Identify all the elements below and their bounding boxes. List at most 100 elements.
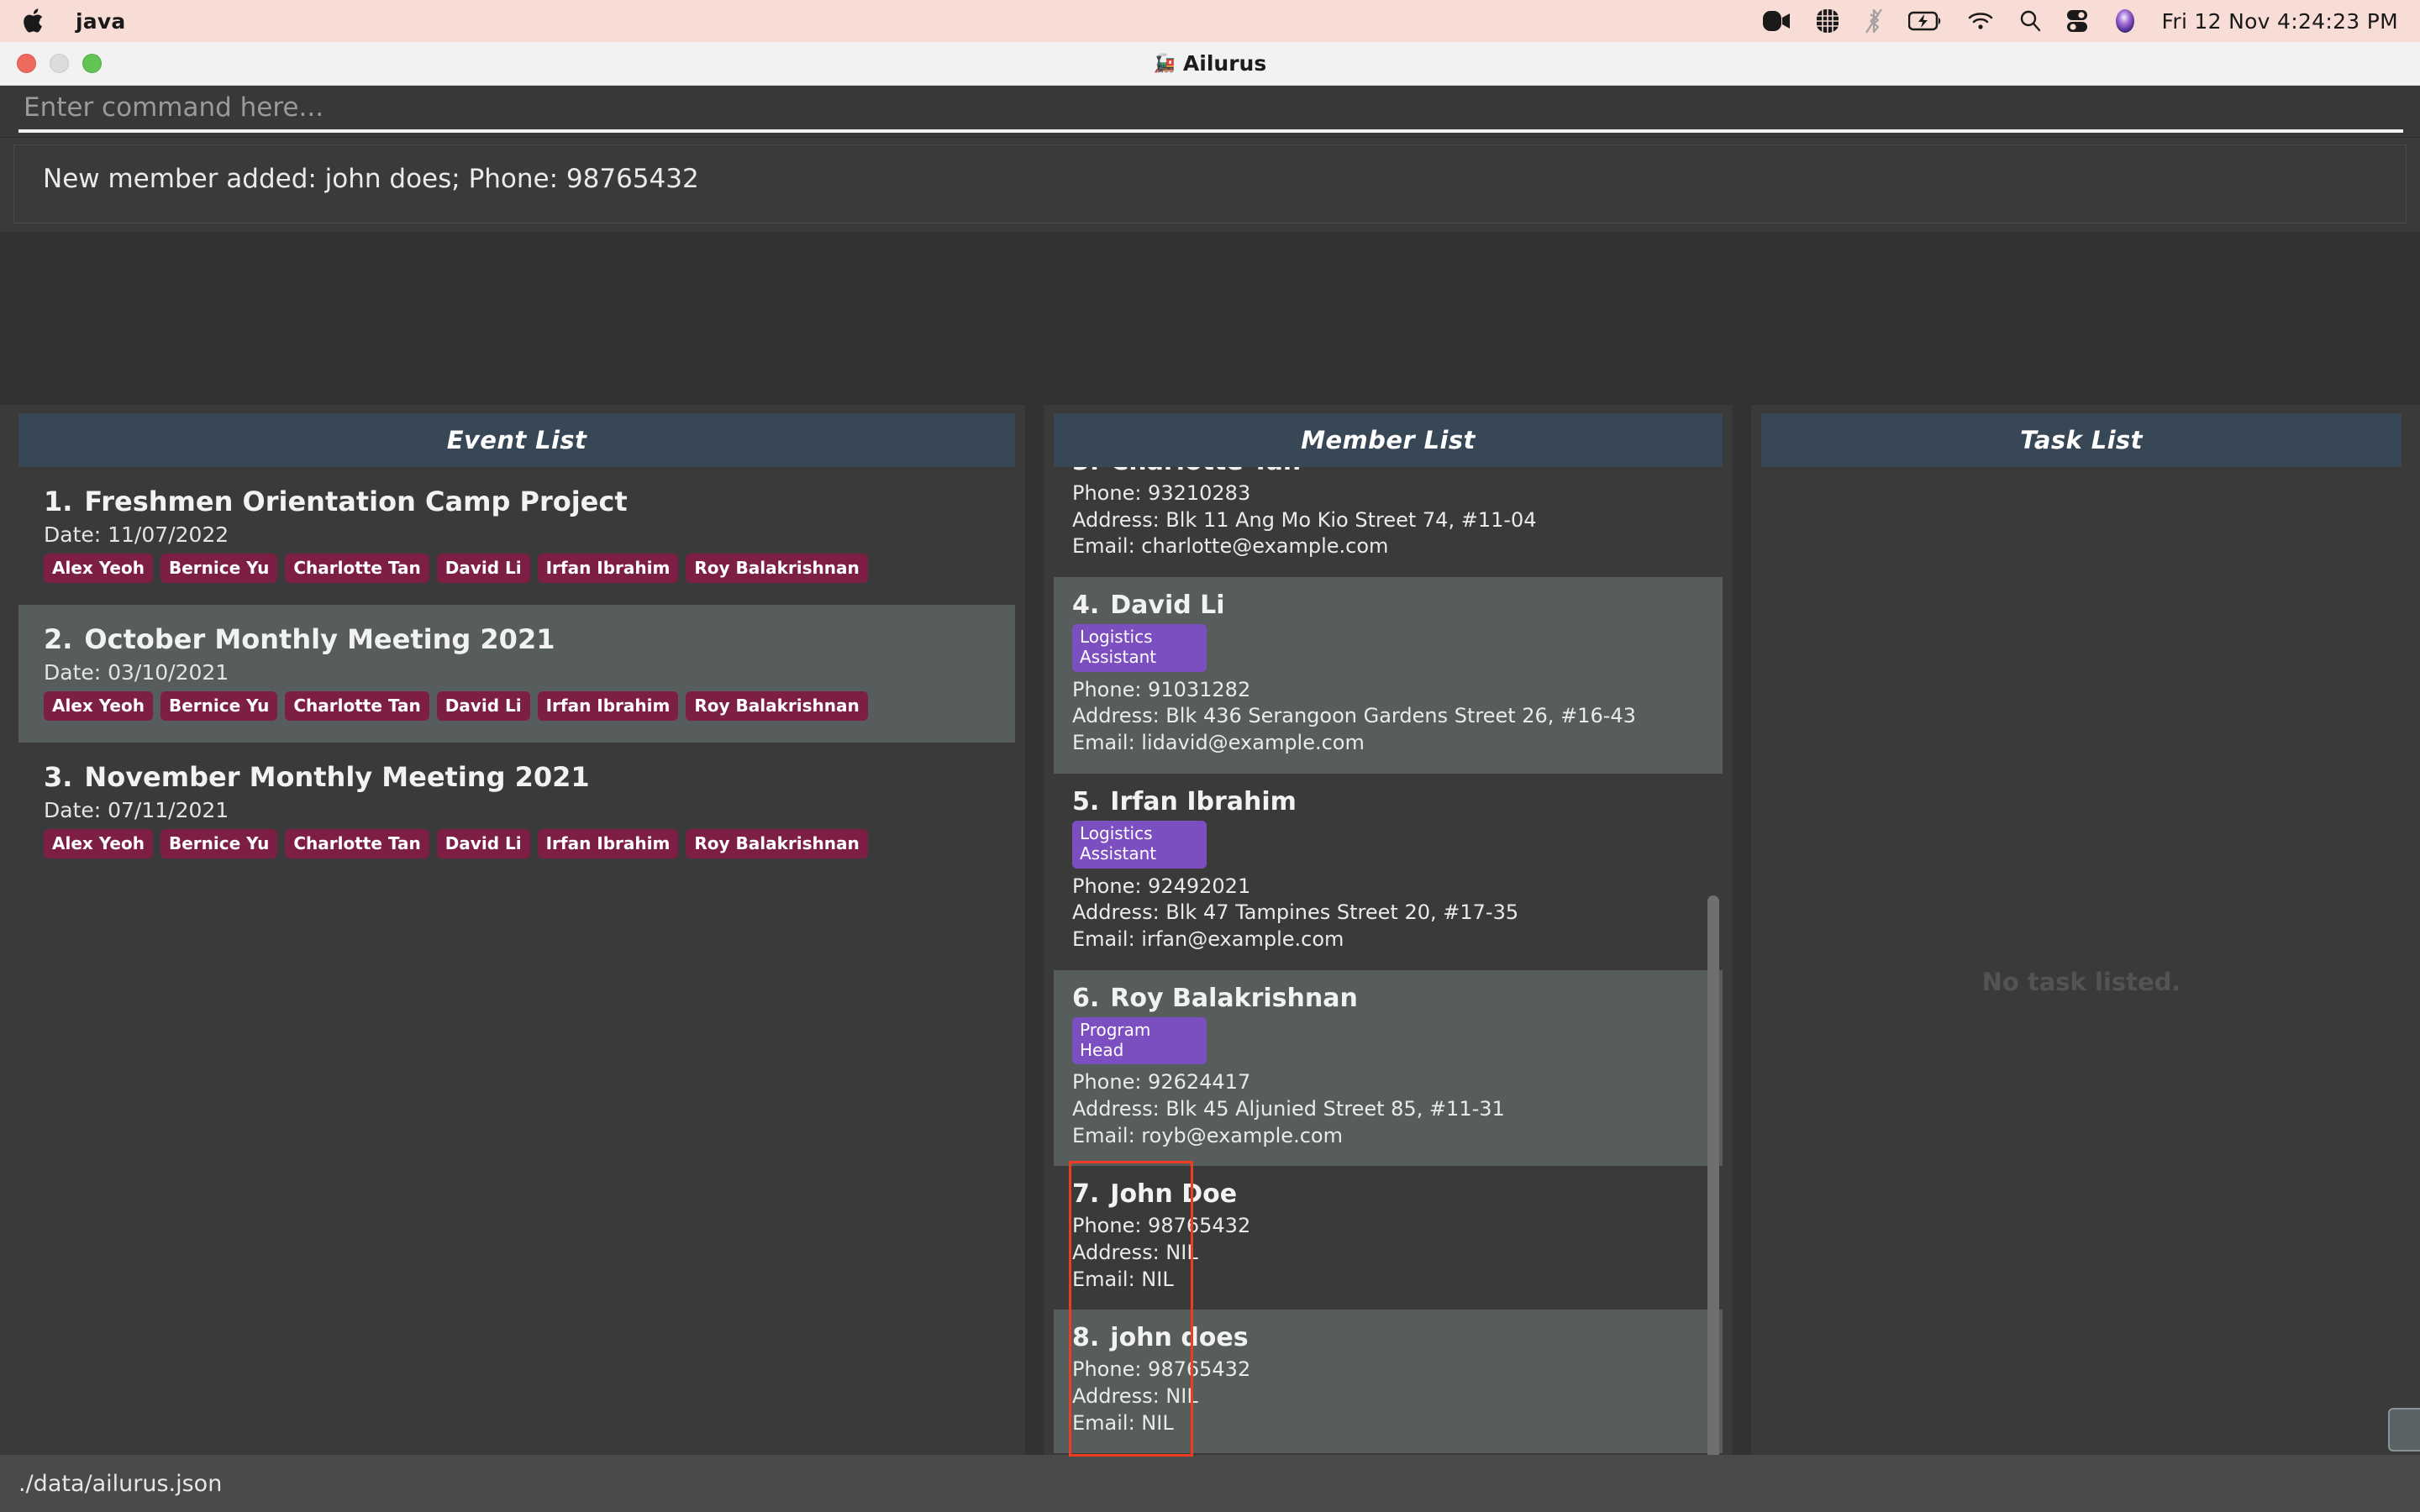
menubar-clock[interactable]: Fri 12 Nov 4:24:23 PM	[2162, 9, 2399, 34]
wifi-icon[interactable]	[1967, 4, 1994, 38]
event-member-tag: Bernice Yu	[160, 554, 278, 583]
member-phone: Phone: 98765432	[1072, 1214, 1251, 1238]
member-address: Address: Blk 45 Aljunied Street 85, #11-…	[1072, 1097, 1505, 1121]
member-email: Email: lidavid@example.com	[1072, 731, 1365, 755]
event-member-tag: David Li	[436, 829, 530, 858]
member-list-item[interactable]: 3. Charlotte Tan Phone: 93210283Address: B…	[1054, 467, 1723, 578]
event-member-tag: Charlotte Tan	[285, 691, 429, 721]
member-scroll-viewport[interactable]: 3. Charlotte Tan Phone: 93210283 Address: B…	[1054, 467, 1723, 1497]
minimize-button[interactable]	[50, 54, 69, 73]
member-address: Address: Blk 47 Tampines Street 20, #17-…	[1072, 900, 1519, 925]
member-phone: Phone: 92624417	[1072, 1070, 1251, 1095]
member-index: 5.	[1072, 786, 1100, 816]
command-input[interactable]	[18, 91, 2403, 133]
event-member-tags: Alex Yeoh Bernice Yu Charlotte Tan David Li…	[44, 829, 990, 858]
search-icon[interactable]	[2019, 4, 2041, 38]
app-logo-icon: 🚂	[1153, 53, 1176, 73]
task-list-header: Task List	[1761, 413, 2402, 467]
screen-recording-icon[interactable]	[1762, 4, 1791, 38]
member-email: Email: NIL	[1072, 1267, 1174, 1291]
member-list-item[interactable]: 6. Roy Balakrishnan Program Head Phone: 926…	[1054, 969, 1723, 1167]
member-list-item[interactable]: 8. john does Phone: 98765432 Address: NIL Em…	[1054, 1310, 1723, 1454]
member-index: 3.	[1072, 467, 1099, 476]
event-date: Date: 03/10/2021	[44, 660, 229, 685]
window-title: 🚂 Ailurus	[0, 42, 2420, 85]
event-member-tag: Roy Balakrishnan	[686, 554, 868, 583]
member-scrollbar-thumb[interactable]	[1707, 895, 1719, 1497]
member-title: 4. David Li	[1072, 591, 1704, 620]
event-member-tag: Charlotte Tan	[285, 554, 429, 583]
member-email: Email: irfan@example.com	[1072, 927, 1344, 951]
member-title: 7. John Doe	[1072, 1179, 1704, 1209]
status-bar-path: ./data/ailurus.json	[18, 1470, 223, 1497]
member-name: Charlotte Tan	[1110, 467, 1301, 476]
event-list-panel: Event List 1. Freshmen Orientation Camp P…	[0, 405, 1025, 1497]
event-member-tag: Alex Yeoh	[44, 829, 153, 858]
member-list-item[interactable]: 7. John Doe Phone: 98765432 Address: NIL Ema…	[1054, 1166, 1723, 1310]
event-member-tag: David Li	[436, 691, 530, 721]
event-list-body[interactable]: 1. Freshmen Orientation Camp Project Date:…	[18, 467, 1015, 1497]
member-role-tag: Logistics Assistant	[1072, 820, 1207, 869]
event-member-tag: Irfan Ibrahim	[537, 829, 679, 858]
event-member-tag: Irfan Ibrahim	[537, 691, 679, 721]
event-name: Freshmen Orientation Camp Project	[84, 486, 628, 517]
member-list-body[interactable]: 3. Charlotte Tan Phone: 93210283 Address: B…	[1054, 467, 1723, 1497]
member-address: Address: NIL	[1072, 1241, 1198, 1265]
event-index: 3.	[44, 761, 73, 793]
traffic-lights	[17, 54, 102, 73]
apple-logo-icon[interactable]	[22, 7, 47, 35]
control-center-icon[interactable]	[2066, 4, 2088, 38]
event-list-item[interactable]: 3. November Monthly Meeting 2021 Date: 07/…	[18, 743, 1015, 880]
result-display: New member added: john does; Phone: 9876…	[13, 144, 2407, 223]
task-list-body[interactable]: No task listed.	[1761, 467, 2402, 1497]
member-name: Roy Balakrishnan	[1110, 983, 1358, 1013]
member-list-item[interactable]: 4. David Li Logistics Assistant Phone: 9103…	[1054, 577, 1723, 774]
member-phone: Phone: 93210283	[1072, 481, 1251, 505]
member-email: Email: royb@example.com	[1072, 1123, 1343, 1147]
close-button[interactable]	[17, 54, 36, 73]
event-date: Date: 07/11/2021	[44, 798, 229, 822]
event-member-tags: Alex Yeoh Bernice Yu Charlotte Tan David Li…	[44, 691, 990, 721]
panels-row: Event List 1. Freshmen Orientation Camp P…	[0, 405, 2420, 1497]
member-name: john does	[1110, 1323, 1249, 1353]
event-title: 1. Freshmen Orientation Camp Project	[44, 486, 990, 517]
event-list-item[interactable]: 1. Freshmen Orientation Camp Project Date:…	[18, 467, 1015, 605]
event-index: 2.	[44, 623, 73, 655]
member-role-tag: Logistics Assistant	[1072, 624, 1207, 672]
event-member-tag: Bernice Yu	[160, 691, 278, 721]
member-index: 8.	[1072, 1323, 1100, 1353]
window-title-bar: 🚂 Ailurus	[0, 42, 2420, 86]
event-title: 3. November Monthly Meeting 2021	[44, 761, 990, 793]
member-list-item[interactable]: 5. Irfan Ibrahim Logistics Assistant Phone:…	[1054, 773, 1723, 970]
member-title: 3. Charlotte Tan	[1072, 467, 1704, 476]
event-member-tag: Bernice Yu	[160, 829, 278, 858]
keyboard-grid-icon[interactable]	[1816, 4, 1839, 38]
battery-charging-icon[interactable]	[1907, 4, 1942, 38]
member-title: 8. john does	[1072, 1323, 1704, 1352]
corner-widget-handle[interactable]	[2388, 1408, 2420, 1452]
event-list-item[interactable]: 2. October Monthly Meeting 2021 Date: 03/1…	[18, 605, 1015, 743]
member-name: Irfan Ibrahim	[1110, 786, 1297, 816]
member-scrollbar[interactable]	[1707, 467, 1721, 1497]
zoom-button[interactable]	[82, 54, 102, 73]
menubar-app-name[interactable]: java	[76, 9, 125, 34]
event-member-tag: Roy Balakrishnan	[686, 691, 868, 721]
event-member-tag: Alex Yeoh	[44, 554, 153, 583]
event-title: 2. October Monthly Meeting 2021	[44, 623, 990, 655]
event-member-tag: Roy Balakrishnan	[686, 829, 868, 858]
event-name: October Monthly Meeting 2021	[84, 623, 555, 655]
bluetooth-off-icon[interactable]	[1865, 4, 1883, 38]
member-name: David Li	[1110, 591, 1225, 621]
event-member-tag: Alex Yeoh	[44, 691, 153, 721]
siri-icon[interactable]	[2113, 4, 2137, 38]
member-index: 6.	[1072, 983, 1100, 1013]
member-list-panel: Member List 3. Charlotte Tan Phone: 932102…	[1044, 405, 1733, 1497]
event-member-tag: Charlotte Tan	[285, 829, 429, 858]
task-list-panel: Task List No task listed.	[1751, 405, 2420, 1497]
event-index: 1.	[44, 486, 73, 517]
command-box	[0, 86, 2420, 138]
status-bar: ./data/ailurus.json	[0, 1455, 2420, 1512]
member-phone: Phone: 91031282	[1072, 677, 1251, 701]
event-date: Date: 11/07/2022	[44, 522, 229, 547]
member-email: Email: NIL	[1072, 1410, 1174, 1435]
